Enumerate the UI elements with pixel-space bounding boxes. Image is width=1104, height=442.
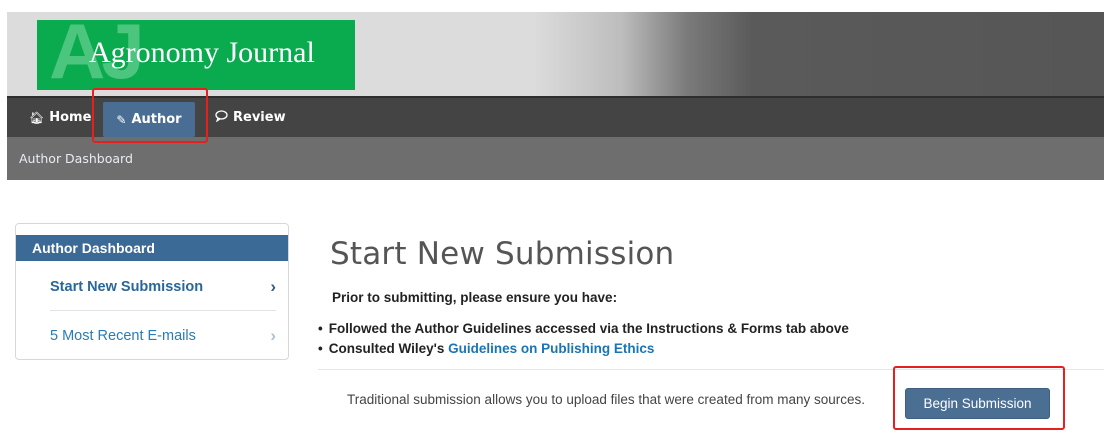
- nav-home-label: Home: [49, 110, 92, 125]
- begin-submission-button[interactable]: Begin Submission: [905, 388, 1050, 419]
- breadcrumb[interactable]: Author Dashboard: [19, 151, 133, 166]
- sidebar-item-recent-emails[interactable]: 5 Most Recent E-mails ›: [50, 321, 276, 351]
- nav-author-label: Author: [131, 112, 182, 127]
- sidebar-header: Author Dashboard: [16, 235, 288, 261]
- pencil-icon: ✎: [116, 112, 127, 127]
- page: AJ Agronomy Journal 🏠︎ Home ✎ Author Rev…: [0, 0, 1104, 442]
- list-item: Followed the Author Guidelines accessed …: [318, 319, 849, 339]
- header-banner: AJ Agronomy Journal: [7, 12, 1104, 96]
- sidebar-item-label: Start New Submission: [50, 279, 204, 295]
- divider: [318, 369, 1104, 370]
- nav-home[interactable]: 🏠︎ Home: [29, 98, 91, 137]
- list-item: Consulted Wiley's Guidelines on Publishi…: [318, 339, 849, 359]
- nav-review-label: Review: [233, 110, 286, 125]
- page-title: Start New Submission: [330, 236, 675, 272]
- bullet-text: Consulted Wiley's: [328, 341, 449, 356]
- sidebar-item-start-new-submission[interactable]: Start New Submission ›: [50, 272, 276, 302]
- traditional-description: Traditional submission allows you to upl…: [347, 392, 865, 407]
- nav-review[interactable]: Review: [215, 98, 286, 137]
- sidebar-divider: [50, 310, 276, 311]
- prior-text: Prior to submitting, please ensure you h…: [332, 290, 618, 305]
- sidebar: Author Dashboard Start New Submission › …: [15, 223, 289, 360]
- requirements-list: Followed the Author Guidelines accessed …: [318, 319, 849, 359]
- nav-author[interactable]: ✎ Author: [103, 102, 195, 137]
- breadcrumb-bar: Author Dashboard: [7, 137, 1104, 180]
- chevron-right-icon: ›: [270, 277, 276, 296]
- sidebar-item-label: 5 Most Recent E-mails: [50, 328, 196, 344]
- speech-bubble-icon: [215, 110, 228, 125]
- home-icon: 🏠︎: [29, 110, 45, 125]
- logo-title: Agronomy Journal: [89, 36, 315, 69]
- journal-logo[interactable]: AJ Agronomy Journal: [37, 20, 355, 90]
- chevron-right-icon: ›: [270, 326, 276, 345]
- bullet-text: Followed the Author Guidelines accessed …: [328, 321, 849, 336]
- main-nav: 🏠︎ Home ✎ Author Review: [7, 96, 1104, 137]
- publishing-ethics-link[interactable]: Guidelines on Publishing Ethics: [448, 341, 654, 356]
